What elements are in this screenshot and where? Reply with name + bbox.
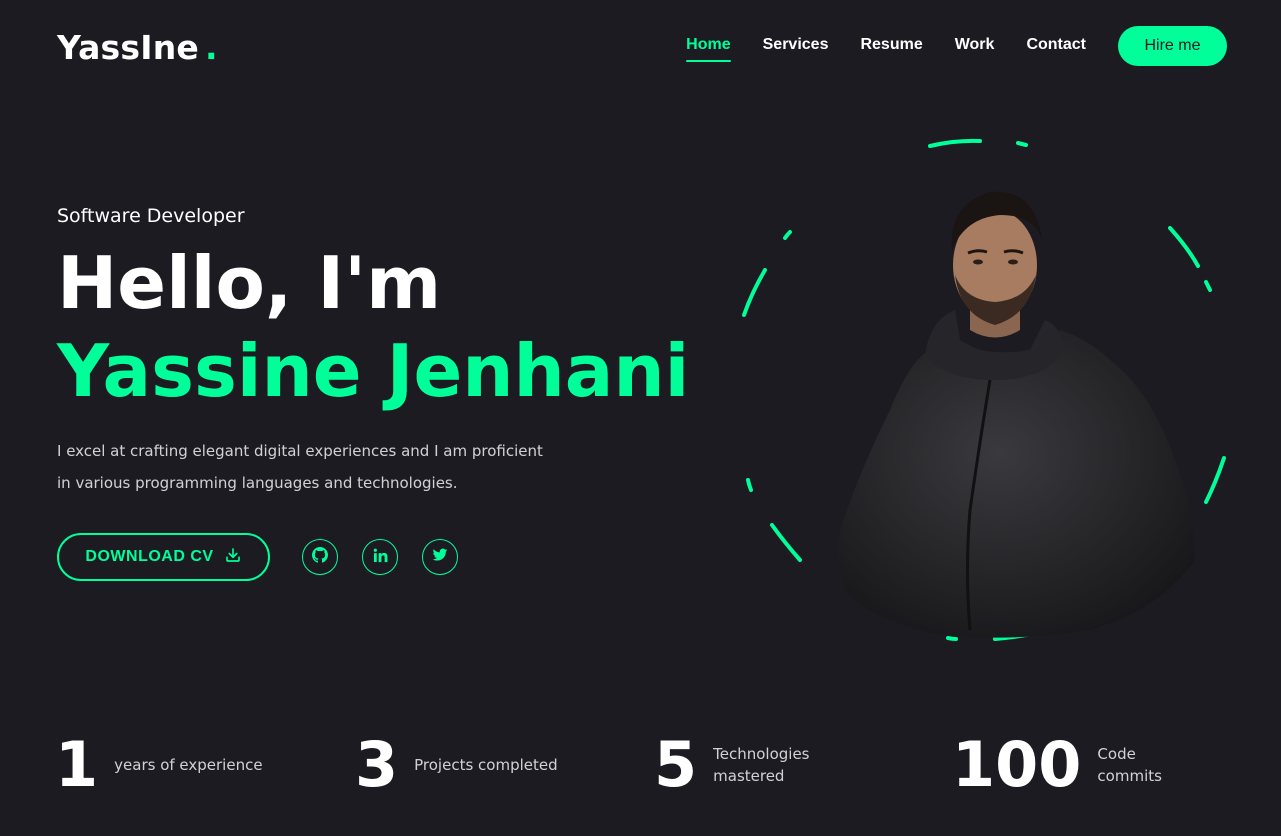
stat-number: 100 xyxy=(952,728,1082,801)
stat-technologies: 5 Technologies mastered xyxy=(654,730,813,800)
stat-experience: 1 years of experience xyxy=(55,730,264,800)
main-nav: Home Services Resume Work Contact xyxy=(686,36,1086,62)
stat-number: 3 xyxy=(355,728,399,801)
github-link[interactable] xyxy=(302,539,338,575)
linkedin-link[interactable] xyxy=(362,539,398,575)
nav-home[interactable]: Home xyxy=(686,36,732,62)
nav-services[interactable]: Services xyxy=(763,36,829,62)
download-cv-button[interactable]: DOWNLOAD CV xyxy=(57,533,270,581)
github-icon xyxy=(312,547,328,567)
stat-label: Projects completed xyxy=(414,756,558,774)
hero-role: Software Developer xyxy=(57,205,245,227)
hire-me-button[interactable]: Hire me xyxy=(1118,26,1227,66)
stat-label: years of experience xyxy=(114,756,263,774)
download-icon xyxy=(224,546,242,569)
twitter-link[interactable] xyxy=(422,539,458,575)
download-cv-label: DOWNLOAD CV xyxy=(85,548,214,565)
hero-name: Yassine Jenhani xyxy=(57,329,690,413)
nav-work[interactable]: Work xyxy=(955,36,995,62)
stat-number: 5 xyxy=(654,728,698,801)
twitter-icon xyxy=(432,547,448,567)
stat-commits: 100 Code commits xyxy=(952,730,1167,800)
nav-contact[interactable]: Contact xyxy=(1026,36,1086,62)
stat-number: 1 xyxy=(55,728,99,801)
hero-greeting: Hello, I'm xyxy=(57,241,442,325)
stat-label: Technologies mastered xyxy=(713,745,810,785)
linkedin-icon xyxy=(373,548,388,567)
stat-projects: 3 Projects completed xyxy=(355,730,564,800)
site-logo[interactable]: YassIne. xyxy=(57,28,218,67)
profile-photo xyxy=(838,191,1195,638)
hero-description: I excel at crafting elegant digital expe… xyxy=(57,442,543,492)
logo-text: YassIne xyxy=(57,28,199,67)
nav-resume[interactable]: Resume xyxy=(860,36,922,62)
logo-dot: . xyxy=(204,28,218,67)
stat-label: Code commits xyxy=(1097,745,1162,785)
